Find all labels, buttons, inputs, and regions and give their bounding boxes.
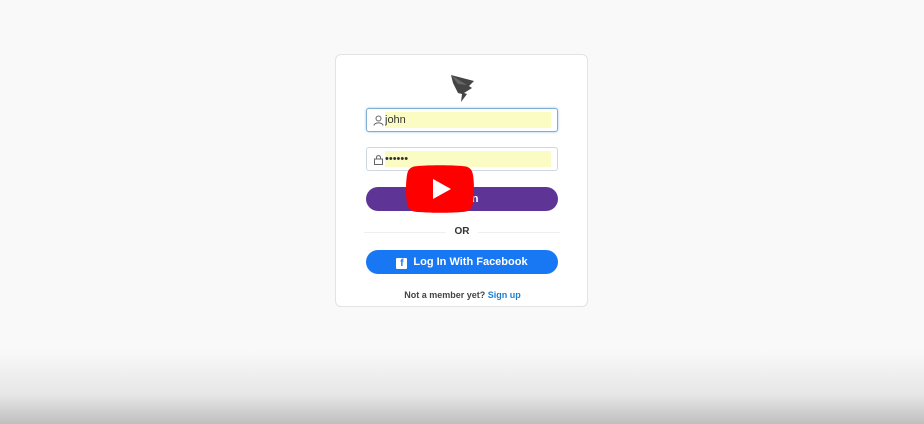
user-icon [373, 115, 384, 126]
username-input[interactable] [385, 112, 545, 128]
signup-link[interactable]: Sign up [488, 290, 521, 300]
facebook-icon: f [396, 258, 408, 269]
username-field[interactable] [366, 108, 558, 132]
youtube-play-icon[interactable] [406, 165, 474, 213]
facebook-login-button[interactable]: f Log In With Facebook [366, 250, 558, 274]
lock-icon [374, 155, 383, 165]
facebook-login-label: Log In With Facebook [413, 256, 528, 268]
or-label: OR [446, 226, 478, 237]
signup-prompt: Not a member yet? Sign up [336, 290, 589, 300]
brand-logo-icon [451, 75, 474, 102]
signup-prompt-text: Not a member yet? [404, 290, 486, 300]
